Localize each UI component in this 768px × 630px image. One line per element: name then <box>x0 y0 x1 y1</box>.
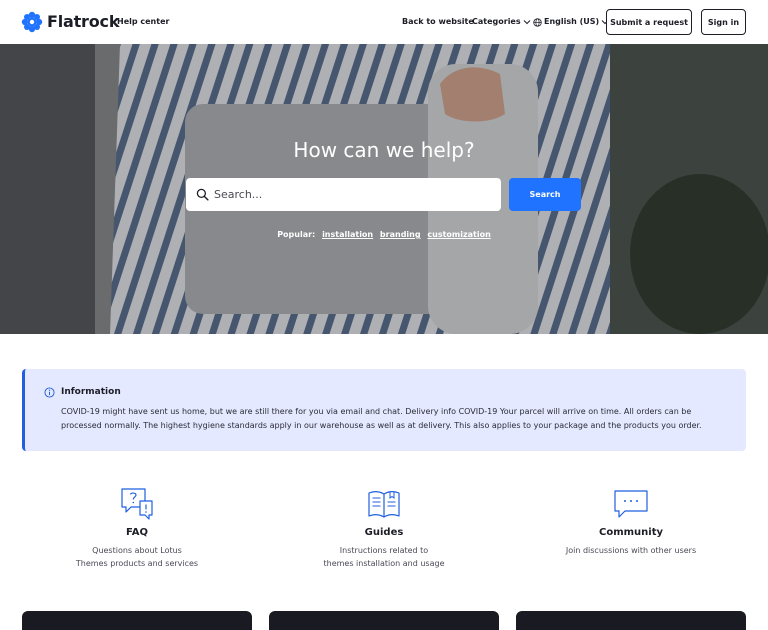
category-guides[interactable]: Guides Instructions related to themes in… <box>269 486 499 570</box>
globe-icon <box>533 17 542 27</box>
category-description-line: Join discussions with other users <box>565 546 697 555</box>
site-header: Flatrock Help center Back to website Cat… <box>0 0 768 44</box>
language-dropdown[interactable]: English (US) <box>533 15 609 29</box>
chevron-down-icon <box>524 19 531 24</box>
popular-searches: Popular: installation branding customiza… <box>0 228 768 242</box>
featured-card[interactable] <box>269 611 499 630</box>
search-input[interactable]: Search... <box>186 178 501 211</box>
back-to-website-link[interactable]: Back to website <box>402 15 474 29</box>
question-chat-icon <box>121 488 153 520</box>
category-description: Join discussions with other users <box>516 544 746 557</box>
sign-in-button[interactable]: Sign in <box>701 9 746 35</box>
search-button[interactable]: Search <box>509 178 581 211</box>
popular-link-installation[interactable]: installation <box>322 230 373 239</box>
popular-link-branding[interactable]: branding <box>380 230 421 239</box>
brand-name[interactable]: Flatrock <box>47 11 119 33</box>
submit-request-button[interactable]: Submit a request <box>606 9 692 35</box>
category-description-line: Themes products and services <box>75 559 199 568</box>
category-description: Questions about Lotus Themes products an… <box>22 544 252 570</box>
featured-card[interactable] <box>22 611 252 630</box>
flower-logo-icon[interactable] <box>21 11 43 33</box>
info-icon <box>44 387 55 398</box>
category-faq[interactable]: FAQ Questions about Lotus Themes product… <box>22 486 252 570</box>
category-description-line: themes installation and usage <box>323 559 445 568</box>
help-center-label[interactable]: Help center <box>117 15 169 29</box>
book-icon <box>368 491 400 518</box>
popular-link-customization[interactable]: customization <box>427 230 490 239</box>
search-placeholder: Search... <box>214 188 263 201</box>
hero-banner: How can we help? Search... Search Popula… <box>0 44 768 334</box>
category-community[interactable]: Community Join discussions with other us… <box>516 486 746 557</box>
category-title: FAQ <box>126 527 148 538</box>
popular-label: Popular: <box>277 230 316 239</box>
notice-title: Information <box>61 387 121 397</box>
language-label: English (US) <box>544 17 600 26</box>
featured-card[interactable] <box>516 611 746 630</box>
notice-text: COVID-19 might have sent us home, but we… <box>61 407 702 430</box>
chat-bubble-icon <box>614 490 648 518</box>
category-description-line: Instructions related to <box>339 546 429 555</box>
hero-title: How can we help? <box>293 138 475 162</box>
information-notice: Information COVID-19 might have sent us … <box>22 369 746 451</box>
category-title: Community <box>598 527 663 538</box>
categories-dropdown[interactable]: Categories <box>472 15 531 29</box>
search-icon <box>196 188 209 201</box>
category-description-line: Questions about Lotus <box>92 546 182 555</box>
category-description: Instructions related to themes installat… <box>269 544 499 570</box>
category-title: Guides <box>364 527 404 538</box>
categories-label: Categories <box>472 17 521 26</box>
